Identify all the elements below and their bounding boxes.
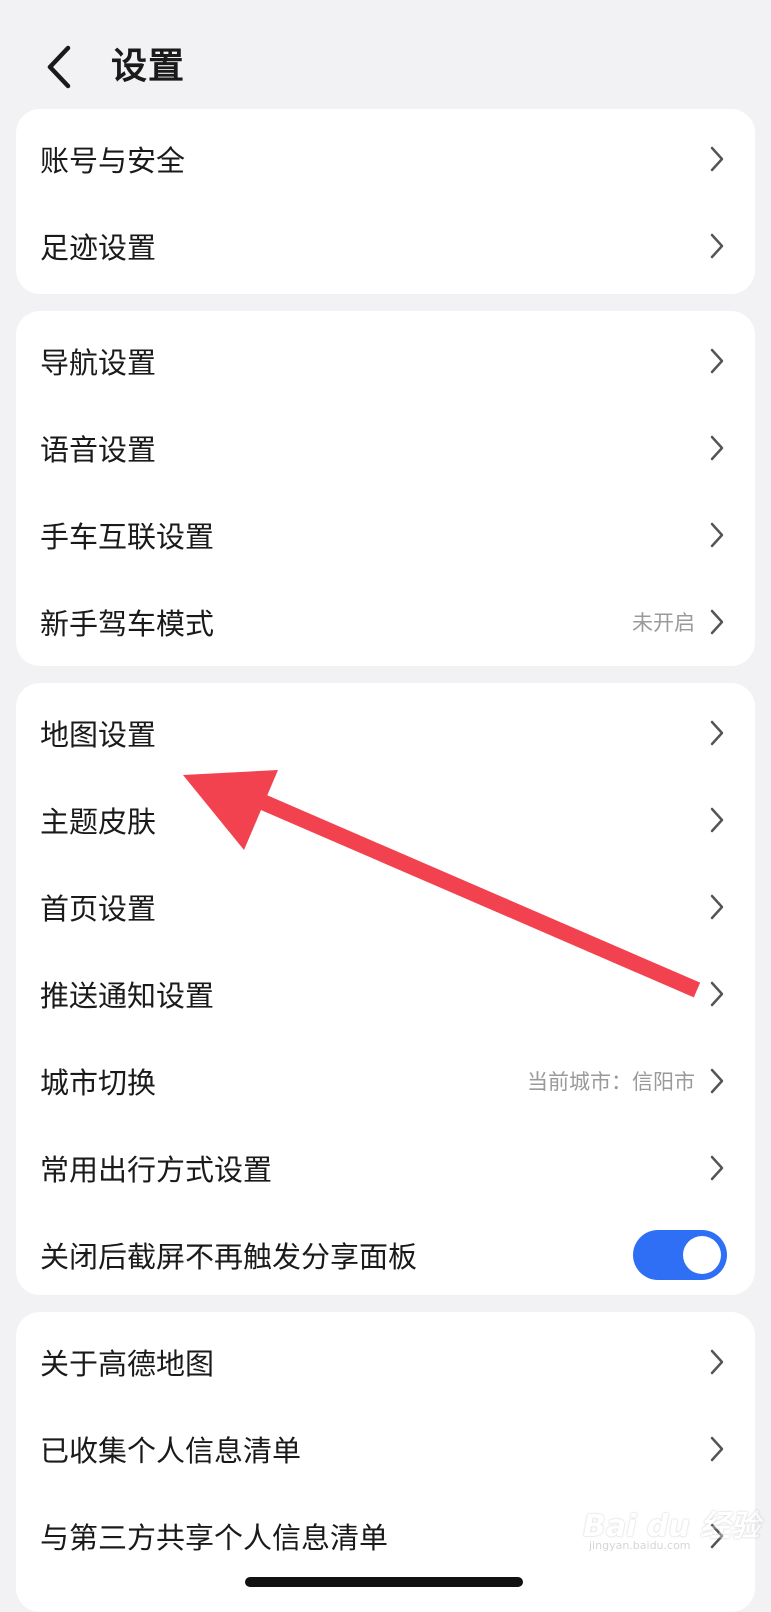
settings-item-label: 地图设置 <box>40 717 157 752</box>
chevron-right-icon <box>710 233 724 258</box>
settings-group-account: 账号与安全 足迹设置 <box>16 109 755 294</box>
settings-item-theme-skin[interactable]: 主题皮肤 <box>16 776 755 863</box>
settings-item-label: 足迹设置 <box>40 230 157 265</box>
chevron-right-icon <box>710 522 724 547</box>
chevron-right-icon <box>710 348 724 373</box>
settings-item-label: 常用出行方式设置 <box>40 1152 273 1187</box>
screenshot-share-toggle[interactable] <box>633 1229 727 1280</box>
settings-item-collected-info-list[interactable]: 已收集个人信息清单 <box>16 1405 755 1492</box>
watermark-logo: Bai du 经验 jingyan.baidu.com <box>583 1497 760 1557</box>
settings-item-about-amap[interactable]: 关于高德地图 <box>16 1318 755 1405</box>
settings-item-footprint[interactable]: 足迹设置 <box>16 202 755 289</box>
settings-item-map[interactable]: 地图设置 <box>16 689 755 776</box>
chevron-left-icon <box>47 45 71 89</box>
chevron-right-icon <box>710 1349 724 1374</box>
settings-item-value: 当前城市：信阳市 <box>527 1069 695 1094</box>
home-indicator[interactable] <box>245 1577 523 1587</box>
settings-item-label: 首页设置 <box>40 891 157 926</box>
chevron-right-icon <box>710 1436 724 1461</box>
settings-item-novice-driving[interactable]: 新手驾车模式 未开启 <box>16 578 755 665</box>
chevron-right-icon <box>710 435 724 460</box>
header: 设置 <box>0 0 771 108</box>
settings-item-label: 账号与安全 <box>40 143 186 178</box>
settings-item-account-security[interactable]: 账号与安全 <box>16 115 755 202</box>
settings-item-city-switch[interactable]: 城市切换 当前城市：信阳市 <box>16 1037 755 1124</box>
chevron-right-icon <box>710 981 724 1006</box>
chevron-right-icon <box>710 1068 724 1093</box>
settings-group-navigation: 导航设置 语音设置 手车互联设置 新手驾车模式 未开启 <box>16 311 755 666</box>
settings-item-value: 未开启 <box>632 610 695 635</box>
watermark-sub: jingyan.baidu.com <box>589 1539 691 1552</box>
page-title: 设置 <box>111 46 186 87</box>
toggle-knob <box>683 1235 721 1274</box>
settings-item-screenshot-share: 关闭后截屏不再触发分享面板 <box>16 1211 755 1298</box>
chevron-right-icon <box>710 146 724 171</box>
chevron-right-icon <box>710 720 724 745</box>
settings-item-label: 关于高德地图 <box>40 1346 215 1381</box>
settings-item-navigation[interactable]: 导航设置 <box>16 317 755 404</box>
settings-item-voice[interactable]: 语音设置 <box>16 404 755 491</box>
chevron-right-icon <box>710 1155 724 1180</box>
settings-item-push-notification[interactable]: 推送通知设置 <box>16 950 755 1037</box>
chevron-right-icon <box>710 609 724 634</box>
settings-item-label: 已收集个人信息清单 <box>40 1433 302 1468</box>
settings-item-home[interactable]: 首页设置 <box>16 863 755 950</box>
settings-item-label: 新手驾车模式 <box>40 606 215 641</box>
settings-item-label: 语音设置 <box>40 432 157 467</box>
settings-item-label: 手车互联设置 <box>40 519 215 554</box>
back-button[interactable] <box>40 42 80 92</box>
settings-group-about: 关于高德地图 已收集个人信息清单 与第三方共享个人信息清单 <box>16 1312 755 1612</box>
settings-item-label: 推送通知设置 <box>40 978 215 1013</box>
settings-item-label: 城市切换 <box>40 1065 157 1100</box>
settings-item-label: 关闭后截屏不再触发分享面板 <box>40 1239 418 1274</box>
settings-item-phone-car-link[interactable]: 手车互联设置 <box>16 491 755 578</box>
settings-item-label: 主题皮肤 <box>40 804 157 839</box>
chevron-right-icon <box>710 807 724 832</box>
settings-item-label: 导航设置 <box>40 345 157 380</box>
settings-group-map: 地图设置 主题皮肤 首页设置 推送通知设置 城市切换 当前城市：信阳市 常用出行… <box>16 683 755 1295</box>
settings-item-travel-mode[interactable]: 常用出行方式设置 <box>16 1124 755 1211</box>
chevron-right-icon <box>710 894 724 919</box>
